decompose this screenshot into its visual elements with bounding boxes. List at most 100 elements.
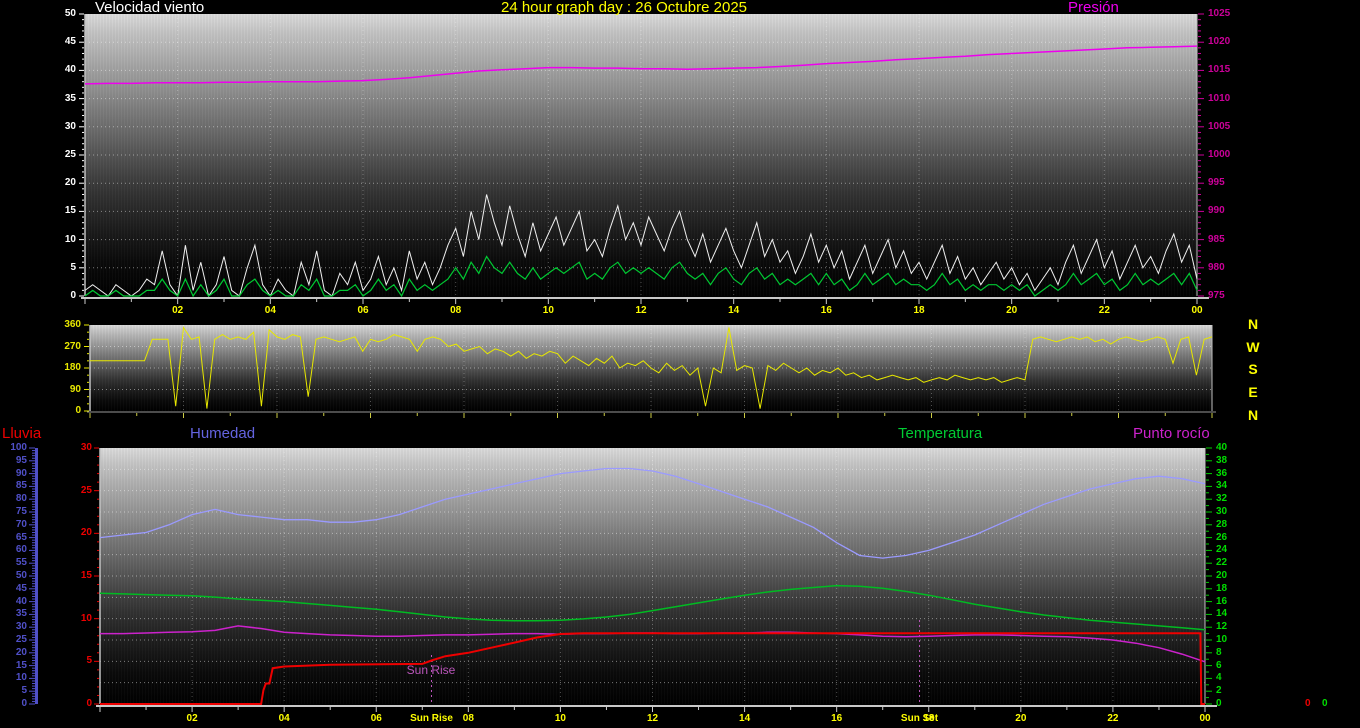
temp-axis-label: 0 [1216, 699, 1222, 709]
temp-axis-label: 14 [1216, 609, 1227, 619]
pressure-axis-label: 1020 [1208, 37, 1230, 47]
wind-axis-label: 25 [65, 150, 76, 160]
pressure-axis-label: 985 [1208, 235, 1225, 245]
direction-axis-label: 360 [64, 320, 81, 330]
rain-reset-value: 0 [1305, 698, 1311, 709]
wind-axis-label: 15 [65, 206, 76, 216]
wind-axis-label: 40 [65, 65, 76, 75]
humidity-axis-label: 10 [16, 673, 27, 683]
direction-axis-label: 0 [75, 406, 81, 416]
humidity-axis-label: 40 [16, 597, 27, 607]
direction-axis-label: 90 [70, 385, 81, 395]
rain-axis-label: 30 [81, 443, 92, 453]
humidity-axis-label: 20 [16, 648, 27, 658]
rain-axis-label: 5 [86, 656, 92, 666]
temp-axis-label: 20 [1216, 571, 1227, 581]
temp-axis-label: 10 [1216, 635, 1227, 645]
x-tick-label: 14 [739, 714, 750, 724]
x-tick-label: 00 [1191, 306, 1202, 316]
temp-axis-label: 6 [1216, 661, 1222, 671]
temp-axis-label: 2 [1216, 686, 1222, 696]
wind-axis-label: 30 [65, 122, 76, 132]
pressure-title: Presión [1068, 0, 1119, 17]
temp-axis-label: 18 [1216, 584, 1227, 594]
humidity-axis-label: 25 [16, 635, 27, 645]
humidity-axis-label: 0 [21, 699, 27, 709]
chart-overlay [0, 0, 1360, 728]
x-tick-label: 16 [831, 714, 842, 724]
x-tick-label: 16 [821, 306, 832, 316]
wind-axis-label: 20 [65, 178, 76, 188]
temp-axis-label: 34 [1216, 481, 1227, 491]
x-tick-label: 04 [279, 714, 290, 724]
pressure-axis-label: 990 [1208, 206, 1225, 216]
humidity-axis-label: 50 [16, 571, 27, 581]
pressure-axis-label: 1000 [1208, 150, 1230, 160]
humidity-axis-label: 90 [16, 469, 27, 479]
temp-axis-label: 28 [1216, 520, 1227, 530]
compass-letter: S [1248, 362, 1257, 376]
rain-axis-label: 10 [81, 614, 92, 624]
pressure-axis-label: 1005 [1208, 122, 1230, 132]
rain-axis-label: 0 [86, 699, 92, 709]
rain-series-label: Lluvia [2, 426, 41, 443]
x-tick-label: 22 [1099, 306, 1110, 316]
rain-axis-label: 20 [81, 528, 92, 538]
x-tick-label: 08 [450, 306, 461, 316]
direction-axis-label: 180 [64, 363, 81, 373]
temp-axis-label: 26 [1216, 533, 1227, 543]
x-tick-label: 10 [543, 306, 554, 316]
humidity-axis-label: 70 [16, 520, 27, 530]
pressure-axis-label: 975 [1208, 291, 1225, 301]
temp-axis-label: 24 [1216, 545, 1227, 555]
temperature-series-label: Temperatura [898, 426, 982, 443]
compass-letter: E [1248, 385, 1257, 399]
temp-axis-end-value: 0 [1322, 698, 1328, 709]
temp-axis-label: 36 [1216, 469, 1227, 479]
humidity-axis-label: 55 [16, 558, 27, 568]
x-tick-label: 12 [647, 714, 658, 724]
temp-axis-label: 4 [1216, 673, 1222, 683]
wind-speed-title: Velocidad viento [95, 0, 204, 17]
x-tick-label: 18 [913, 306, 924, 316]
humidity-axis-label: 80 [16, 494, 27, 504]
x-tick-label: 14 [728, 306, 739, 316]
pressure-axis-label: 1015 [1208, 65, 1230, 75]
humidity-axis-label: 95 [16, 456, 27, 466]
humidity-axis-bar [35, 448, 38, 704]
pressure-axis-label: 980 [1208, 263, 1225, 273]
humidity-axis-label: 100 [10, 443, 27, 453]
wind-axis-label: 45 [65, 37, 76, 47]
temp-axis-label: 12 [1216, 622, 1227, 632]
sunrise-annotation: Sun Rise [407, 664, 456, 677]
compass-letter: N [1248, 408, 1258, 422]
x-tick-label: 04 [265, 306, 276, 316]
compass-letter: W [1246, 340, 1259, 354]
x-tick-label: 00 [1199, 714, 1210, 724]
pressure-axis-label: 995 [1208, 178, 1225, 188]
wind-axis-label: 0 [70, 291, 76, 301]
temp-axis-label: 38 [1216, 456, 1227, 466]
temp-axis-label: 40 [1216, 443, 1227, 453]
sunrise-axis-label: Sun Rise [410, 714, 453, 724]
humidity-series-label: Humedad [190, 426, 255, 443]
direction-axis-label: 270 [64, 342, 81, 352]
x-tick-label: 08 [463, 714, 474, 724]
temp-axis-label: 32 [1216, 494, 1227, 504]
temp-axis-label: 22 [1216, 558, 1227, 568]
humidity-axis-label: 30 [16, 622, 27, 632]
temp-axis-label: 30 [1216, 507, 1227, 517]
wind-axis-label: 50 [65, 9, 76, 19]
x-tick-label: 22 [1107, 714, 1118, 724]
x-tick-label: 12 [635, 306, 646, 316]
pressure-axis-label: 1010 [1208, 94, 1230, 104]
graph-date-title: 24 hour graph day : 26 Octubre 2025 [501, 0, 747, 17]
humidity-axis-label: 35 [16, 609, 27, 619]
x-tick-label: 20 [1015, 714, 1026, 724]
humidity-axis-label: 85 [16, 481, 27, 491]
sunset-axis-label: Sun Set [901, 714, 938, 724]
humidity-axis-label: 60 [16, 545, 27, 555]
temp-axis-label: 16 [1216, 597, 1227, 607]
humidity-axis-label: 15 [16, 661, 27, 671]
x-tick-label: 06 [357, 306, 368, 316]
